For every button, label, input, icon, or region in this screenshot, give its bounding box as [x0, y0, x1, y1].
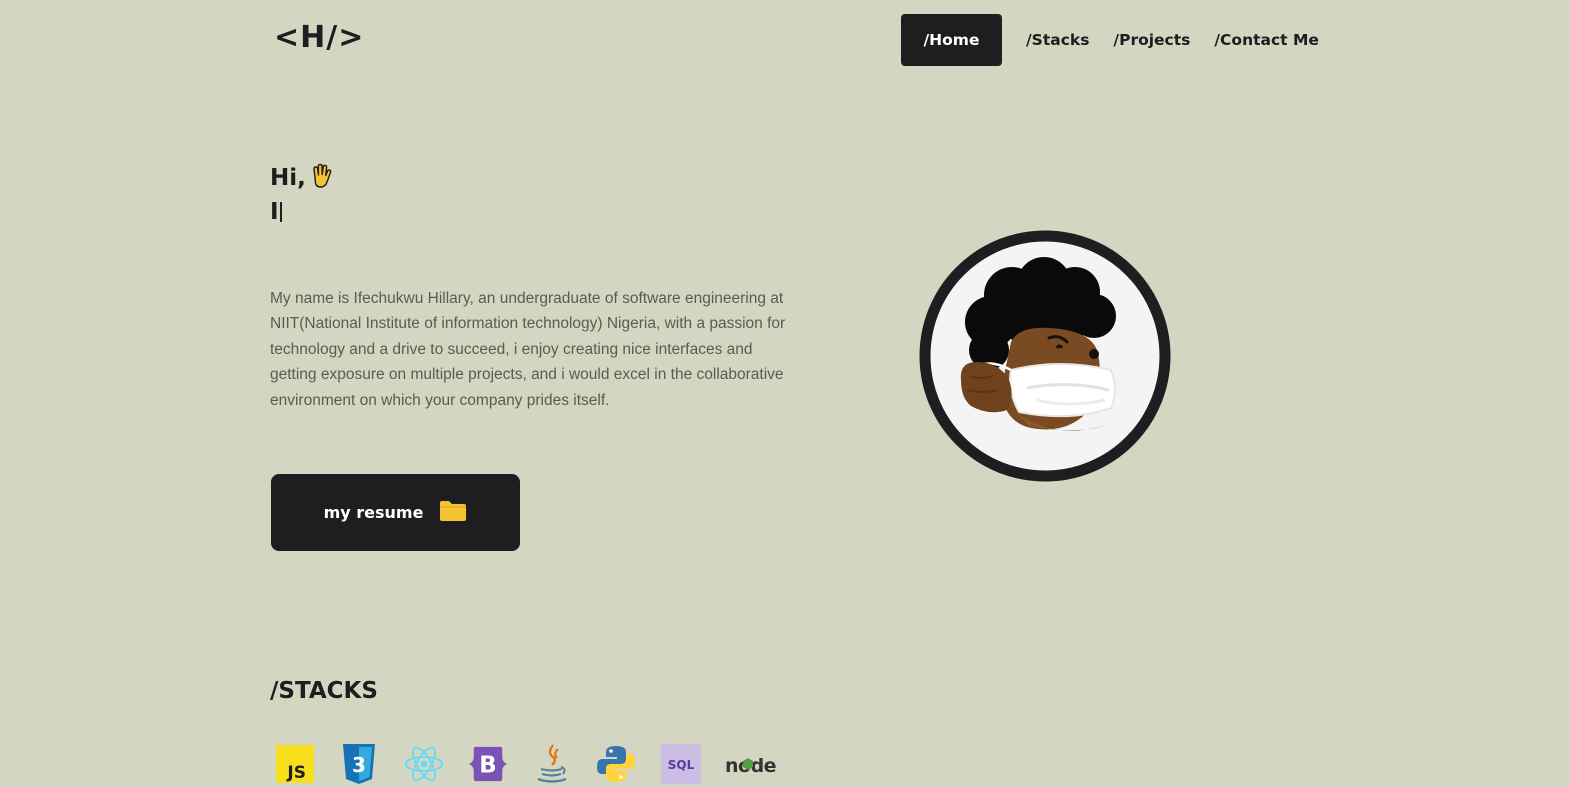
bootstrap-icon-text: B — [479, 753, 496, 779]
waving-hand-icon — [309, 163, 333, 197]
typed-text: I — [270, 197, 333, 227]
javascript-icon-text: JS — [286, 763, 306, 783]
java-icon — [532, 744, 572, 784]
top-nav: /Home /Stacks /Projects /Contact Me — [901, 14, 1319, 66]
javascript-icon: JS — [275, 744, 315, 784]
typing-cursor — [279, 202, 282, 222]
sql-icon: SQL — [660, 744, 701, 784]
nav-home[interactable]: /Home — [901, 14, 1002, 66]
css3-icon-text: 3 — [352, 753, 366, 777]
resume-button-label: my resume — [323, 503, 424, 522]
python-icon — [596, 744, 636, 784]
profile-avatar — [919, 230, 1171, 482]
site-logo[interactable]: <H/> — [274, 20, 364, 55]
resume-button[interactable]: my resume — [271, 474, 520, 551]
folder-icon — [439, 500, 467, 526]
bio-paragraph: My name is Ifechukwu Hillary, an undergr… — [270, 289, 786, 409]
bootstrap-icon: B — [468, 744, 508, 784]
stacks-heading: /STACKS — [270, 678, 378, 704]
stack-icon-row: JS 3 B SQL — [275, 744, 777, 787]
sql-icon-text: SQL — [668, 758, 695, 772]
nav-projects[interactable]: /Projects — [1113, 31, 1190, 49]
greeting-heading: Hi, I — [270, 163, 333, 227]
greeting-text: Hi, — [270, 165, 306, 191]
nav-stacks[interactable]: /Stacks — [1026, 31, 1089, 49]
react-icon — [404, 744, 444, 784]
css3-icon: 3 — [339, 744, 379, 784]
nav-contact[interactable]: /Contact Me — [1214, 31, 1319, 49]
nodejs-icon: node — [725, 744, 777, 784]
typed-text-value: I — [270, 199, 279, 225]
